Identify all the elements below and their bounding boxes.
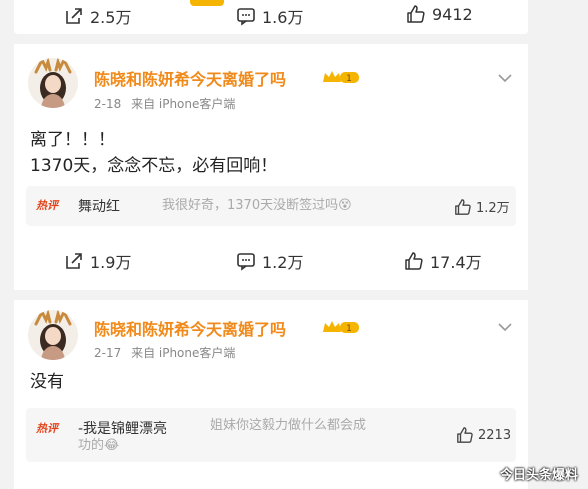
like-icon — [405, 252, 423, 270]
comment-like-button[interactable]: 2213 — [456, 426, 511, 444]
vip-crown-icon: 1 — [323, 71, 359, 84]
watermark: 今日头条爆料 — [499, 468, 578, 483]
post-meta: 2-17 来自 iPhone客户端 — [94, 344, 235, 361]
avatar[interactable] — [28, 58, 78, 108]
comment-like-count: 1.2万 — [476, 201, 510, 216]
weibo-post: 陈晓和陈妍希今天离婚了吗 1 2-17 来自 iPhone客户端 没有 热评 -… — [14, 300, 528, 489]
share-action[interactable]: 2.5万 — [64, 4, 131, 28]
post-date: 2-17 — [94, 346, 122, 360]
hot-comment-badge: 热评 — [36, 199, 58, 212]
hot-comment-badge: 热评 — [36, 422, 58, 435]
post-text-line: 离了！！！ — [30, 130, 115, 150]
comment-count: 1.2万 — [262, 253, 304, 272]
share-count: 1.9万 — [90, 253, 132, 272]
username[interactable]: 陈晓和陈妍希今天离婚了吗 — [94, 316, 286, 340]
chevron-down-icon[interactable] — [498, 322, 512, 332]
comment-icon — [237, 8, 255, 26]
comment-like-count: 2213 — [478, 427, 512, 443]
hot-comment[interactable]: 热评 舞动红 我很好奇，1370天没断签过吗😵 1.2万 — [26, 186, 516, 226]
avatar-image — [28, 310, 78, 360]
comment-text-line: 功的😂 — [78, 438, 120, 453]
previous-post-actions: 2.5万 1.6万 9412 — [14, 0, 528, 34]
username[interactable]: 陈晓和陈妍希今天离婚了吗 — [94, 66, 286, 90]
like-icon — [455, 198, 471, 215]
highlight-tab — [190, 0, 224, 6]
comment-action[interactable]: 1.2万 — [236, 249, 303, 273]
like-action[interactable]: 17.4万 — [404, 249, 482, 273]
like-count: 17.4万 — [430, 253, 482, 272]
avatar-image — [28, 58, 78, 108]
svg-text:1: 1 — [346, 324, 352, 334]
comment-icon — [237, 253, 255, 271]
share-icon — [66, 8, 82, 24]
post-text-line: 没有 — [30, 372, 64, 392]
svg-text:1: 1 — [346, 74, 352, 84]
comment-text-line: 姐妹你这毅力做什么都会成 — [210, 418, 367, 433]
post-text-line: 1370天，念念不忘，必有回响！ — [30, 156, 278, 176]
weibo-post: 陈晓和陈妍希今天离婚了吗 1 2-18 来自 iPhone客户端 离了！！！ 1… — [14, 44, 528, 290]
like-action[interactable]: 9412 — [406, 4, 473, 24]
comment-username[interactable]: 舞动红 — [78, 196, 120, 216]
chevron-down-icon[interactable] — [498, 73, 512, 83]
like-count: 9412 — [432, 4, 473, 24]
comment-text: 我很好奇，1370天没断签过吗😵 — [162, 198, 352, 213]
comment-count: 1.6万 — [262, 8, 304, 27]
comment-action[interactable]: 1.6万 — [236, 4, 303, 28]
share-icon — [66, 253, 82, 269]
comment-like-button[interactable]: 1.2万 — [454, 197, 510, 216]
like-icon — [407, 5, 425, 23]
share-count: 2.5万 — [90, 8, 132, 27]
post-meta: 2-18 来自 iPhone客户端 — [94, 95, 235, 112]
post-date: 2-18 — [94, 97, 122, 111]
avatar[interactable] — [28, 310, 78, 360]
post-source: 来自 iPhone客户端 — [131, 346, 236, 360]
comment-username[interactable]: -我是锦鲤漂亮 — [78, 418, 167, 438]
like-icon — [457, 427, 473, 443]
share-action[interactable]: 1.9万 — [64, 249, 131, 273]
vip-crown-icon: 1 — [323, 321, 359, 334]
post-source: 来自 iPhone客户端 — [131, 97, 236, 111]
hot-comment[interactable]: 热评 -我是锦鲤漂亮 姐妹你这毅力做什么都会成 功的😂 2213 — [26, 408, 516, 462]
